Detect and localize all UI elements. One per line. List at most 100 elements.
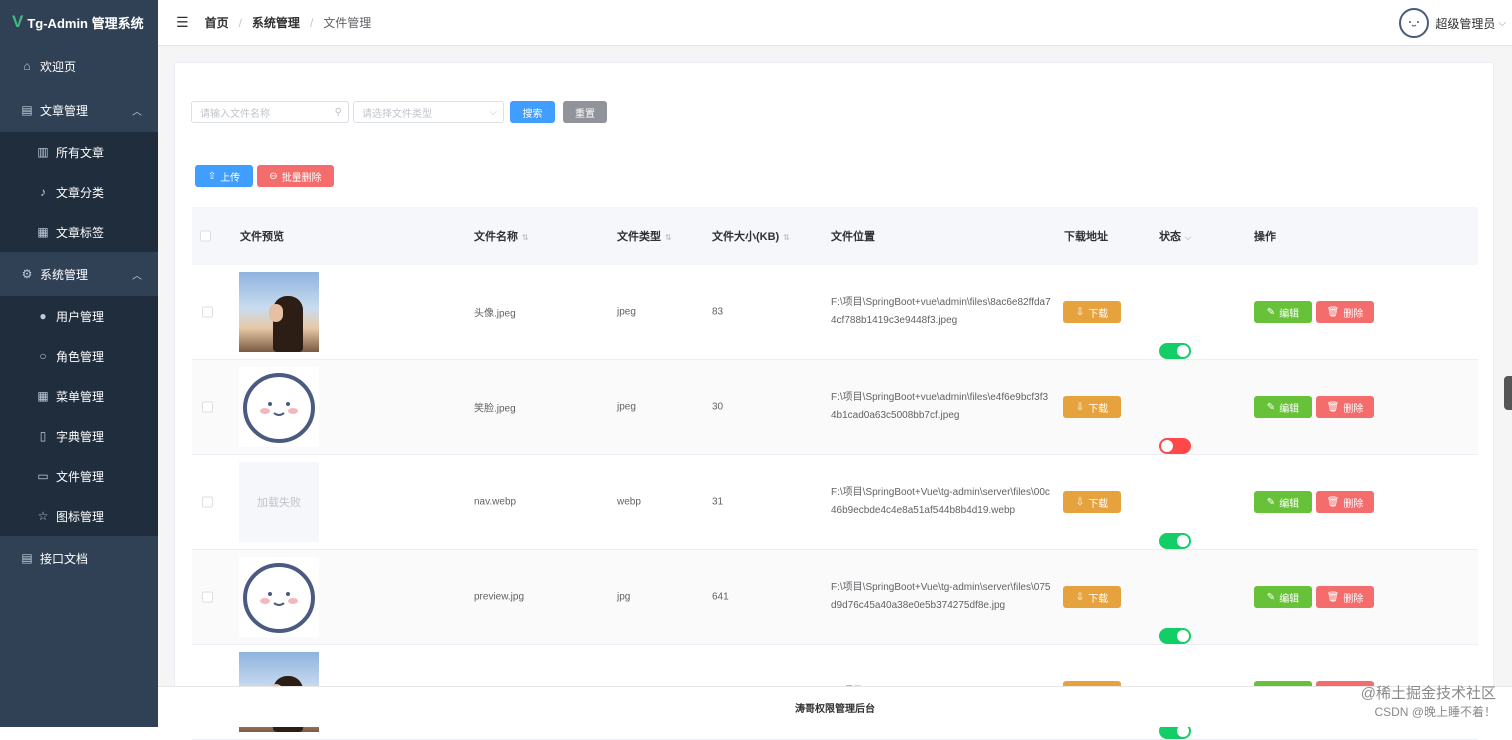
download-button[interactable]: ⇩ 下载 (1063, 491, 1121, 513)
sidebar-subitem-label: 文章分类 (56, 184, 104, 201)
status-toggle[interactable] (1159, 628, 1191, 644)
delete-button[interactable]: 🗑删除 (1316, 396, 1374, 418)
edit-button[interactable]: ✎编辑 (1254, 396, 1312, 418)
delete-button[interactable]: 🗑删除 (1316, 491, 1374, 513)
status-toggle[interactable] (1159, 533, 1191, 549)
edit-icon: ✎ (1267, 307, 1275, 318)
upload-button[interactable]: ⇧ 上传 (195, 165, 253, 187)
col-size[interactable]: 文件大小(KB)⇅ (712, 228, 790, 244)
breadcrumb-separator: / (239, 16, 242, 30)
sidebar-item-label: 接口文档 (40, 550, 88, 567)
toggle-knob (1177, 535, 1189, 547)
smile-face-icon (239, 557, 319, 637)
sidebar-subitem[interactable]: ♪文章分类 (0, 172, 158, 212)
file-name-placeholder: 请输入文件名称 (200, 105, 270, 120)
table-row[interactable]: 头像.jpegjpeg83F:\项目\SpringBoot+vue\admin\… (192, 265, 1478, 360)
hamburger-icon[interactable]: ☰ (176, 14, 189, 31)
toggle-knob (1161, 440, 1173, 452)
breadcrumb-system[interactable]: 系统管理 (252, 14, 300, 31)
col-ops: 操作 (1254, 228, 1276, 244)
chevron-down-icon: ⌵ (1498, 18, 1506, 29)
search-button[interactable]: 搜索 (510, 101, 555, 123)
row-checkbox[interactable] (202, 307, 213, 318)
sidebar-subitem[interactable]: ▭文件管理 (0, 456, 158, 496)
sidebar-subitem-label: 字典管理 (56, 428, 104, 445)
sidebar-subitem[interactable]: ▥所有文章 (0, 132, 158, 172)
edit-label: 编辑 (1279, 495, 1299, 510)
batch-delete-button[interactable]: ⊖ 批量删除 (257, 165, 334, 187)
sidebar-subitem[interactable]: ☆图标管理 (0, 496, 158, 536)
main-content: 请输入文件名称 ⚲ 请选择文件类型 ⌵ 搜索 重置 ⇧ 上传 ⊖ 批量删除 (158, 46, 1512, 686)
edit-button[interactable]: ✎编辑 (1254, 301, 1312, 323)
sort-icon[interactable]: ⇅ (783, 233, 790, 242)
download-icon: ⇩ (1076, 497, 1084, 508)
delete-button[interactable]: 🗑删除 (1316, 301, 1374, 323)
sidebar-item[interactable]: ⚙系统管理︿ (0, 252, 158, 296)
delete-button[interactable]: 🗑删除 (1316, 586, 1374, 608)
status-toggle[interactable] (1159, 343, 1191, 359)
row-checkbox[interactable] (202, 592, 213, 603)
sidebar-subitem[interactable]: ▦菜单管理 (0, 376, 158, 416)
file-type: jpg (617, 592, 630, 603)
app-title: Tg-Admin 管理系统 (27, 13, 143, 32)
table-row[interactable]: 笑脸.jpegjpeg30F:\项目\SpringBoot+vue\admin\… (192, 360, 1478, 455)
file-name-input[interactable]: 请输入文件名称 ⚲ (191, 101, 349, 123)
file-preview-image[interactable] (239, 557, 319, 637)
side-drawer-handle[interactable] (1504, 376, 1512, 410)
user-menu[interactable]: 超级管理员 ⌵ (1399, 8, 1506, 38)
col-location: 文件位置 (831, 228, 875, 244)
row-checkbox[interactable] (202, 497, 213, 508)
sort-icon[interactable]: ⇅ (522, 233, 529, 242)
table-row[interactable]: preview.jpgjpg641F:\项目\SpringBoot+Vue\tg… (192, 550, 1478, 645)
sidebar-subitem[interactable]: ○角色管理 (0, 336, 158, 376)
sidebar-subitem[interactable]: ●用户管理 (0, 296, 158, 336)
user-outline-icon: ○ (36, 349, 50, 363)
sort-icon[interactable]: ⇅ (665, 233, 672, 242)
row-checkbox[interactable] (202, 402, 213, 413)
delete-label: 删除 (1343, 495, 1363, 510)
user-name: 超级管理员 (1435, 15, 1495, 32)
download-icon: ⇩ (1076, 402, 1084, 413)
status-toggle[interactable] (1159, 438, 1191, 454)
sidebar-item[interactable]: ⌂ 欢迎页 (0, 44, 158, 88)
file-name: 笑脸.jpeg (474, 400, 516, 415)
avatar[interactable] (1399, 8, 1429, 38)
col-name[interactable]: 文件名称⇅ (474, 228, 529, 244)
file-name: 头像.jpeg (474, 305, 516, 320)
file-preview-failed: 加载失败 (239, 462, 319, 542)
chevron-down-icon[interactable]: ⌵ (1185, 233, 1191, 242)
sidebar-subitem[interactable]: ▯字典管理 (0, 416, 158, 456)
file-type-select[interactable]: 请选择文件类型 ⌵ (353, 101, 504, 123)
edit-button[interactable]: ✎编辑 (1254, 586, 1312, 608)
footer-text: 涛哥权限管理后台 (795, 700, 875, 715)
home-icon: ⌂ (20, 59, 34, 73)
file-location: F:\项目\SpringBoot+Vue\tg-admin\server\fil… (831, 484, 1051, 520)
row-actions: ✎编辑🗑删除 (1254, 586, 1374, 608)
col-type[interactable]: 文件类型⇅ (617, 228, 672, 244)
reset-button[interactable]: 重置 (563, 101, 607, 123)
trash-icon: 🗑 (1327, 307, 1340, 318)
delete-label: 删除 (1343, 400, 1363, 415)
download-label: 下载 (1088, 495, 1108, 510)
col-status[interactable]: 状态⌵ (1159, 228, 1191, 244)
download-button[interactable]: ⇩下载 (1063, 586, 1121, 608)
file-type: webp (617, 497, 641, 508)
edit-button[interactable]: ✎编辑 (1254, 491, 1312, 513)
breadcrumb-home[interactable]: 首页 (205, 14, 229, 31)
sidebar-item-label: 欢迎页 (40, 58, 76, 75)
download-button[interactable]: ⇩下载 (1063, 396, 1121, 418)
sidebar-item[interactable]: ▤接口文档 (0, 536, 158, 580)
sidebar-subitem[interactable]: ▦文章标签 (0, 212, 158, 252)
breadcrumb-current: 文件管理 (323, 14, 371, 31)
sidebar-item[interactable]: ▤文章管理︿ (0, 88, 158, 132)
file-preview-image[interactable] (239, 367, 319, 447)
table-row[interactable]: 加载失败nav.webpwebp31F:\项目\SpringBoot+Vue\t… (192, 455, 1478, 550)
batch-delete-label: 批量删除 (282, 169, 322, 184)
edit-icon: ✎ (1267, 402, 1275, 413)
app-logo[interactable]: V Tg-Admin 管理系统 (0, 0, 158, 44)
row-actions: ✎编辑🗑删除 (1254, 301, 1374, 323)
download-button[interactable]: ⇩下载 (1063, 301, 1121, 323)
select-all-checkbox[interactable] (200, 231, 211, 242)
preview-cell (239, 367, 319, 447)
file-preview-image[interactable] (239, 272, 319, 352)
